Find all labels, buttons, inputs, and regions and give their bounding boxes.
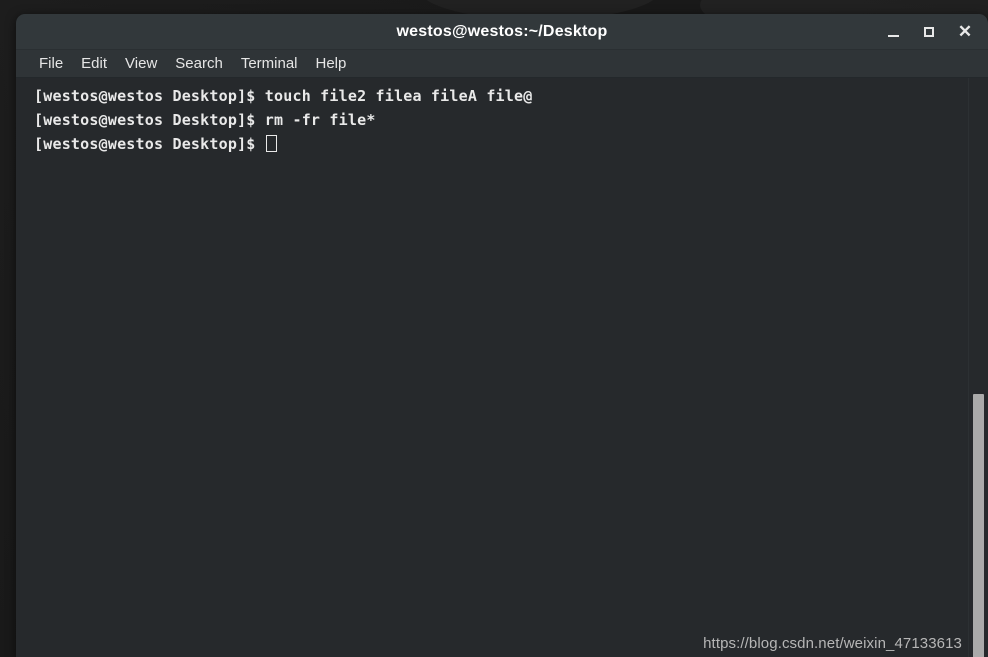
menu-item-edit[interactable]: Edit [72,50,116,77]
menu-item-terminal[interactable]: Terminal [232,50,307,77]
title-bar[interactable]: westos@westos:~/Desktop ✕ [16,14,988,50]
desktop-background: westos@westos:~/Desktop ✕ File Edit View… [0,0,988,657]
terminal-prompt: [westos@westos Desktop]$ [34,111,265,129]
terminal-body[interactable]: [westos@westos Desktop]$ touch file2 fil… [16,78,988,657]
scrollbar-thumb[interactable] [973,394,984,657]
minimize-icon [887,35,899,37]
minimize-button[interactable] [878,19,908,45]
window-controls: ✕ [878,14,980,49]
terminal-prompt: [westos@westos Desktop]$ [34,87,265,105]
terminal-cursor [265,135,277,152]
menu-item-help[interactable]: Help [307,50,356,77]
terminal-window: westos@westos:~/Desktop ✕ File Edit View… [16,14,988,657]
menu-item-search[interactable]: Search [166,50,232,77]
maximize-button[interactable] [914,19,944,45]
terminal-line: [westos@westos Desktop]$ touch file2 fil… [34,84,969,108]
terminal-scrollbar[interactable] [968,78,988,657]
terminal-command: rm -fr file* [264,111,376,129]
close-icon: ✕ [957,22,973,41]
terminal-command: touch file2 filea fileA file@ [264,87,533,105]
menu-item-view[interactable]: View [116,50,166,77]
terminal-line: [westos@westos Desktop]$ [34,132,969,156]
close-button[interactable]: ✕ [950,19,980,45]
terminal-prompt: [westos@westos Desktop]$ [34,135,265,153]
maximize-icon [924,26,934,37]
menu-item-file[interactable]: File [30,50,72,77]
terminal-line: [westos@westos Desktop]$ rm -fr file* [34,108,969,132]
terminal-screen[interactable]: [westos@westos Desktop]$ touch file2 fil… [16,78,969,657]
menu-bar: File Edit View Search Terminal Help [16,50,988,78]
watermark-text: https://blog.csdn.net/weixin_47133613 [703,635,962,652]
window-title: westos@westos:~/Desktop [396,23,608,40]
